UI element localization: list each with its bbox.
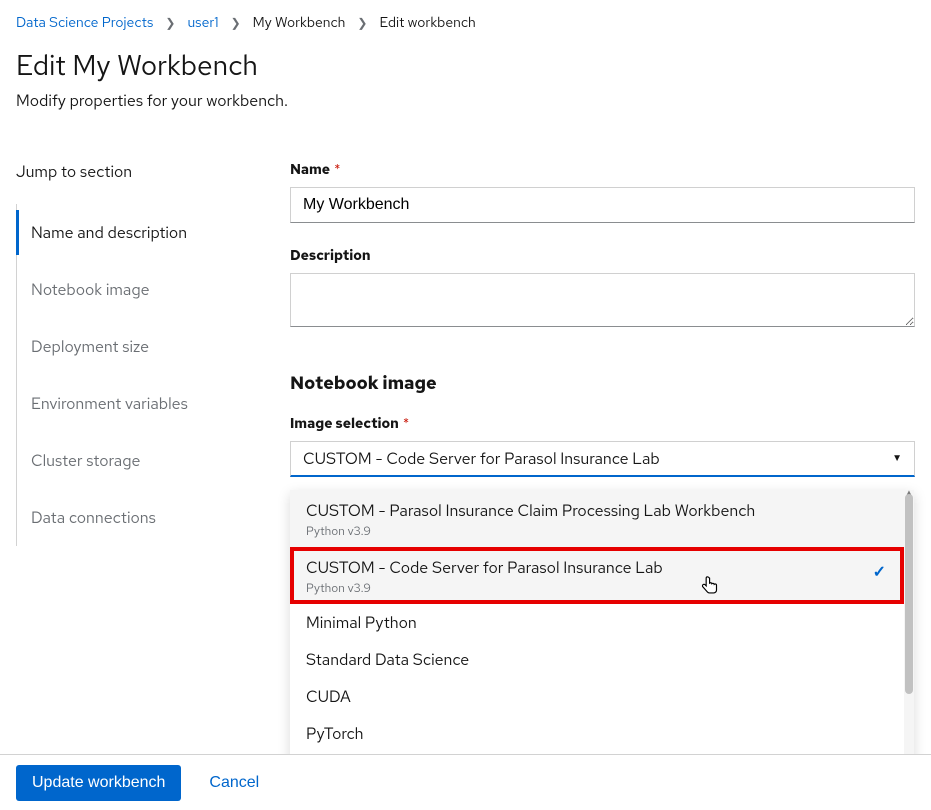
jump-to-section-nav: Jump to section Name and description Not… — [16, 161, 260, 546]
caret-down-icon: ▼ — [892, 452, 902, 465]
jump-to-section-title: Jump to section — [16, 161, 260, 182]
name-input[interactable] — [290, 187, 915, 223]
breadcrumb-item-workbench: My Workbench — [253, 14, 346, 32]
dropdown-option[interactable]: CUSTOM - Parasol Insurance Claim Process… — [290, 490, 904, 547]
check-icon: ✓ — [873, 561, 886, 582]
dropdown-option[interactable]: Minimal Python — [290, 604, 904, 641]
scroll-thumb[interactable] — [905, 494, 913, 694]
image-selection-options-panel: CUSTOM - Parasol Insurance Claim Process… — [290, 490, 914, 789]
jump-item-notebook-image[interactable]: Notebook image — [17, 261, 260, 318]
description-label: Description — [290, 247, 915, 265]
breadcrumb-link-user[interactable]: user1 — [187, 14, 218, 32]
dropdown-scrollbar[interactable]: ▲ ▼ — [904, 490, 914, 789]
required-indicator: * — [403, 415, 409, 433]
image-selection-value: CUSTOM - Code Server for Parasol Insuran… — [303, 448, 660, 469]
dropdown-option-label: CUSTOM - Parasol Insurance Claim Process… — [306, 500, 888, 521]
jump-item-data-connections[interactable]: Data connections — [17, 489, 260, 546]
image-selection-label: Image selection* — [290, 415, 915, 433]
chevron-right-icon: ❯ — [357, 15, 367, 31]
page-subtitle: Modify properties for your workbench. — [16, 90, 915, 111]
name-label: Name* — [290, 161, 915, 179]
footer-actions: Update workbench Cancel — [0, 754, 931, 810]
description-textarea[interactable] — [290, 273, 915, 327]
page-title: Edit My Workbench — [16, 46, 915, 84]
workbench-form: Name* Description Notebook image Image s… — [290, 161, 915, 546]
chevron-right-icon: ❯ — [231, 15, 241, 31]
jump-item-deployment-size[interactable]: Deployment size — [17, 318, 260, 375]
image-selection-dropdown[interactable]: CUSTOM - Code Server for Parasol Insuran… — [290, 441, 915, 477]
dropdown-option[interactable]: CUDA — [290, 678, 904, 715]
required-indicator: * — [334, 161, 340, 179]
page-header: Edit My Workbench Modify properties for … — [0, 40, 931, 121]
dropdown-option-selected[interactable]: CUSTOM - Code Server for Parasol Insuran… — [290, 547, 904, 604]
update-workbench-button[interactable]: Update workbench — [16, 765, 181, 801]
breadcrumb-item-current: Edit workbench — [379, 14, 475, 32]
dropdown-option-sub: Python v3.9 — [306, 523, 888, 539]
jump-item-environment-variables[interactable]: Environment variables — [17, 375, 260, 432]
dropdown-option[interactable]: PyTorch — [290, 715, 904, 752]
jump-item-name-and-description[interactable]: Name and description — [17, 204, 260, 261]
breadcrumb-link-projects[interactable]: Data Science Projects — [16, 14, 153, 32]
dropdown-option-label: CUSTOM - Code Server for Parasol Insuran… — [306, 557, 888, 578]
dropdown-option-sub: Python v3.9 — [306, 580, 888, 596]
jump-item-cluster-storage[interactable]: Cluster storage — [17, 432, 260, 489]
notebook-image-heading: Notebook image — [290, 372, 915, 395]
dropdown-option[interactable]: Standard Data Science — [290, 641, 904, 678]
cancel-button[interactable]: Cancel — [209, 774, 259, 792]
breadcrumb: Data Science Projects ❯ user1 ❯ My Workb… — [0, 0, 931, 40]
chevron-right-icon: ❯ — [165, 15, 175, 31]
